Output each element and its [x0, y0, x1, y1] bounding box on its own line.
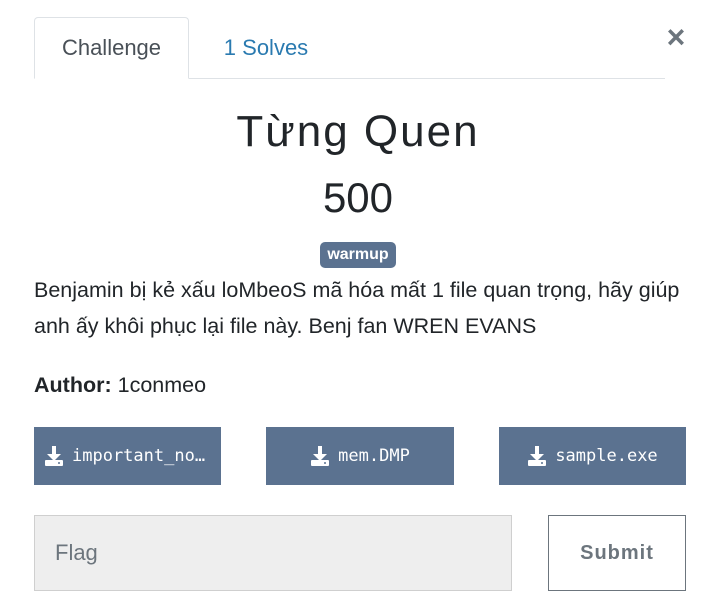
- challenge-name: Từng Quen: [236, 107, 480, 156]
- file-label: important_no...: [72, 446, 211, 466]
- author-label: Author:: [34, 373, 112, 397]
- file-download-button[interactable]: important_no...: [34, 427, 221, 485]
- file-download-button[interactable]: mem.DMP: [266, 427, 454, 485]
- challenge-tag: warmup: [320, 242, 396, 268]
- file-download-button[interactable]: sample.exe: [499, 427, 686, 485]
- tab-solves[interactable]: 1 Solves: [196, 17, 336, 78]
- file-label: mem.DMP: [338, 446, 410, 466]
- tab-solves-label: 1 Solves: [223, 34, 309, 60]
- download-icon: [311, 446, 330, 466]
- author-name: 1conmeo: [117, 373, 207, 397]
- challenge-value: 500: [322, 174, 394, 221]
- challenge-modal: Challenge 1 Solves × Từng Quen 500 warmu…: [0, 0, 716, 615]
- tab-challenge-label: Challenge: [61, 35, 162, 60]
- tab-challenge[interactable]: Challenge: [34, 17, 189, 79]
- file-label: sample.exe: [555, 446, 658, 466]
- submit-button[interactable]: Submit: [548, 515, 686, 591]
- flag-input[interactable]: [34, 515, 512, 591]
- download-icon: [45, 446, 63, 466]
- download-icon: [528, 446, 547, 466]
- close-icon[interactable]: ×: [662, 21, 690, 53]
- challenge-description: Benjamin bị kẻ xấu loMbeoS mã hóa mất 1 …: [34, 278, 680, 338]
- tag-container: warmup: [0, 242, 716, 268]
- tab-bar: Challenge 1 Solves: [34, 17, 665, 79]
- author-line: Author: 1conmeo: [34, 370, 206, 400]
